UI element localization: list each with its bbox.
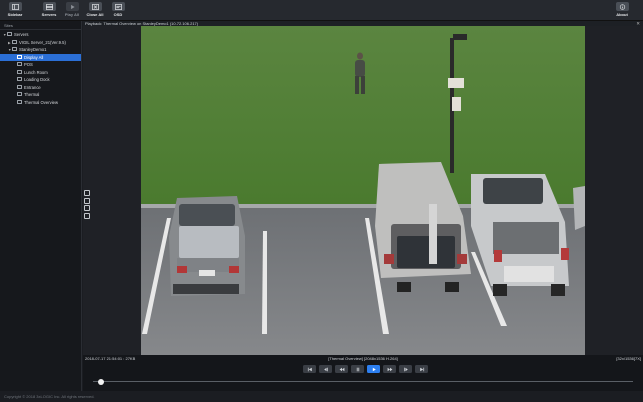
tree-item-label: Loading Dock <box>24 77 50 82</box>
rewind-button[interactable] <box>335 365 348 373</box>
servers-button-label: Servers <box>41 12 57 17</box>
osd-button[interactable]: OSD <box>103 2 133 20</box>
step-forward-icon <box>403 367 408 371</box>
timeline-slider[interactable] <box>93 381 633 382</box>
zoom-out-icon[interactable] <box>84 205 90 211</box>
tree-item-label: POS <box>24 62 33 67</box>
stream-info: [32x/1536]7X] <box>616 356 641 361</box>
site-tree: ▼ Servers ▶ VIGIL Server_21(Ver.9.5) ▼ Stan… <box>0 30 81 106</box>
tree-item-camera[interactable]: Thermal Overview <box>0 99 81 107</box>
sites-header: Sites <box>0 21 81 30</box>
zoom-in-icon[interactable] <box>84 197 90 204</box>
sidebar-button[interactable]: Sidebar <box>0 2 30 20</box>
tree-item-label: Servers <box>14 32 29 37</box>
server-icon <box>12 39 17 44</box>
tree-item-label: Lunch Room <box>24 69 48 75</box>
tree-item-label: StanleyDemo1 <box>19 47 47 52</box>
tree-item-label: VIGIL Server_21(Ver.9.5) <box>19 39 66 45</box>
tree-item-display-all[interactable]: Display All <box>0 53 81 61</box>
parking-lot-scene <box>141 26 585 355</box>
display-grid-icon <box>17 54 22 59</box>
tree-item-servers[interactable]: ▼ Servers <box>0 31 81 39</box>
about-button-label: About <box>616 12 628 17</box>
play-icon <box>372 367 376 371</box>
tree-item-camera[interactable]: POS <box>0 61 81 69</box>
play-button[interactable] <box>367 365 380 373</box>
close-all-icon <box>88 2 102 11</box>
fast-forward-icon <box>387 367 392 371</box>
step-back-icon <box>323 367 328 371</box>
first-frame-button[interactable] <box>303 365 316 373</box>
video-status-bar: 2018-07-17 21:54:01 : 27KB [Thermal Over… <box>83 355 643 363</box>
export-icon[interactable] <box>84 212 90 219</box>
server-group-icon <box>7 32 12 37</box>
server-icon <box>12 47 17 52</box>
about-button[interactable]: About <box>607 2 637 20</box>
tree-item-label: Thermal <box>24 92 40 97</box>
camera-icon <box>17 99 22 104</box>
camera-frame[interactable] <box>141 26 585 355</box>
tree-item-camera[interactable]: Loading Dock <box>0 76 81 84</box>
close-all-button-label: Close All <box>86 12 104 17</box>
tree-item-camera[interactable]: Thermal <box>0 91 81 99</box>
play-all-button-label: Play All <box>64 12 80 17</box>
sites-sidebar: Sites ▼ Servers ▶ VIGIL Server_21(Ver.9.5)… <box>0 21 82 391</box>
play-icon <box>65 2 79 11</box>
fast-forward-button[interactable] <box>383 365 396 373</box>
camera-icon <box>17 69 22 74</box>
viewer-tools <box>83 190 91 220</box>
sidebar-icon <box>8 2 22 11</box>
camera-icon <box>17 62 22 67</box>
sidebar-button-label: Sidebar <box>7 12 23 17</box>
camera-icon <box>17 77 22 82</box>
step-back-button[interactable] <box>319 365 332 373</box>
tree-item-camera[interactable]: Lunch Room <box>0 69 81 77</box>
playback-buttons <box>303 365 428 373</box>
step-forward-button[interactable] <box>399 365 412 373</box>
copyright-footer: Copyright © 2018 3xLOGIC Inc. All rights… <box>0 391 643 402</box>
tree-item-camera[interactable]: Entrance <box>0 84 81 92</box>
pause-button[interactable] <box>351 365 364 373</box>
tree-item-label: Thermal Overview <box>24 99 58 105</box>
rewind-icon <box>339 367 344 371</box>
tree-item-label: Display All <box>24 54 44 60</box>
osd-button-label: OSD <box>113 12 123 17</box>
skip-end-icon <box>419 367 424 371</box>
pause-icon <box>356 367 359 371</box>
camera-info: [Thermal Overview] [2048x1536 H.264] <box>328 356 398 361</box>
osd-icon <box>111 2 125 11</box>
video-viewport[interactable] <box>83 26 643 355</box>
camera-icon <box>17 92 22 97</box>
main-toolbar: Sidebar Servers Play All Close All OSD A… <box>0 0 643 21</box>
tree-item-stanleydemo1[interactable]: ▼ StanleyDemo1 <box>0 46 81 54</box>
playback-controls <box>83 363 643 391</box>
last-frame-button[interactable] <box>415 365 428 373</box>
snapshot-icon[interactable] <box>84 190 90 196</box>
skip-start-icon <box>307 367 312 371</box>
tree-item-server-21[interactable]: ▶ VIGIL Server_21(Ver.9.5) <box>0 39 81 47</box>
info-icon <box>615 2 629 11</box>
camera-icon <box>17 84 22 89</box>
tree-item-label: Entrance <box>24 84 41 90</box>
server-icon <box>42 2 56 11</box>
timeline-handle[interactable] <box>98 378 105 385</box>
